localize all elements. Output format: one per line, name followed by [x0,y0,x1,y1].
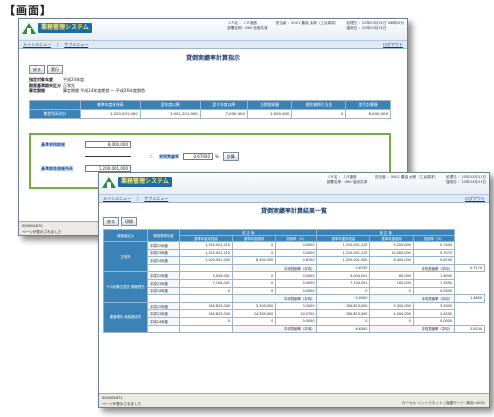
table-row: 平成23年度 7,104,001 0 0.0000 7,104,001 100,000… [104,278,485,288]
session-info: ＪＡ名 ：ＪＡ福島 部署名称：060 信用共済 担当者 ：0001 農協 太郎（工… [227,21,404,30]
main-menu-link[interactable]: メインメニュー [23,42,51,48]
table-row: 要管理先 破綻懸念先 平成22年度 164,823,000 5,300,000 3.… [103,301,485,334]
app-logo: 業務管理システム [22,21,92,35]
zone-status: ローカル イントラネット | 保護モード: 無効 100% [401,401,485,405]
average-row: 平均貸倒率（平均） 8.6300 平均貸倒率（平均） 2.8100 [104,324,486,334]
table-row: 平成23年度 164,823,000 24,300,000 14.0700 164,… [104,309,485,318]
rate-label: 貸倒実績率 [159,153,179,159]
sub-menu-link[interactable]: サブメニュー [144,196,168,202]
table-row: 正常先 平成22年度 1,310,001,210 0 0.0000 1,310,00… [103,240,485,273]
average-row: 平均貸倒率（平均） 0.6700 平均貸倒率（平均） 0.7170 [104,263,486,273]
page-title: 貸倒実績率計算結果一覧 [260,208,327,215]
status-bar: 050004671 ページが表示されました ローカル イントラネット | 保護モ… [99,393,489,407]
table-row: 平成23年度 1,310,001,210 0 0.0000 1,310,001,21… [104,248,485,258]
table-row: 平成24年度 0 0 0.0000 0 0 0.0000 [104,316,485,326]
app-header: 業務管理システム ＪＡ名 ：ＪＡ福島 部署名称：060 信用共済 担当者 ：000… [19,19,407,41]
balance-summary-table: 基準年度末残高 翌年度以降 翌々年度以降 当期償却額 個別貸倒引当金 差引計算額 期… [29,99,391,119]
base-balance-label: 基準期首債権残高 [41,165,73,171]
mountain-logo-icon [22,21,36,35]
rate-field[interactable]: 0.67000 [183,153,213,160]
execute-button[interactable]: 実行 [47,65,63,74]
loss-amount-field[interactable]: 8,000,000 [85,141,131,148]
loss-amount-label: 基準貸倒期間 [41,141,65,147]
logout-link[interactable]: ログアウト [465,196,485,202]
back-button[interactable]: 戻る [29,65,45,74]
brand-name: 業務管理システム [118,177,172,187]
main-menu-link[interactable]: メインメニュー [103,196,131,202]
table-row: その他要注意先 要管理先 平成22年度 5,004,001 0 0.0000 5,0… [103,271,485,303]
loss-rate-result-table: 債務者区分 期首基準年度 前 正 後 前 正 後 基準年度末残高 基準年度償却 貸倒… [103,229,486,334]
app-header: 業務管理システム ＪＡ名 ：ＪＡ福島 部署名称：060 信用共済 担当者 ：000… [99,173,489,195]
mountain-logo-icon [102,175,116,189]
brand-name: 業務管理システム [38,23,92,33]
logout-link[interactable]: ログアウト [383,42,403,48]
menu-bar: メインメニュー | サブメニュー ログアウト [19,41,407,49]
sub-menu-link[interactable]: サブメニュー [64,42,88,48]
page-caption: 【画面】 [4,4,52,17]
table-row: 平成24年度 1,200,001,000 8,400,000 0.6700 1,20… [104,256,485,265]
base-balance-field[interactable]: 1,200,001,000 [85,165,131,172]
app-logo: 業務管理システム [102,175,172,189]
table-row: 平成24年度 0 0 0.0000 0 0 0.0000 [104,286,485,296]
calc-result-window: 業務管理システム ＪＡ名 ：ＪＡ福島 部署名称：060 信用共済 担当者 ：000… [98,172,490,408]
table-row: 期首残高合計 1,200,001,000 1,001,201,000 7,000,… [29,108,391,119]
page-title: 貸倒実績率計算指示 [185,55,240,62]
calculate-button[interactable]: 計算 [222,152,239,161]
menu-bar: メインメニュー | サブメニュー ログアウト [99,195,489,203]
session-info: ＪＡ名 ：ＪＡ福島 部署名称：060 信用共済 担当者 ：0001 農協 太郎（工… [326,175,486,184]
average-row: 平均貸倒率（平均） 0.0000 平均貸倒率（平均） 1.4600 [104,294,486,303]
print-button[interactable]: 印刷 [121,217,137,226]
condition-info: 指定対象年度 平成24年度 期首基準期末区分 正常先 算定期間 算定期間 平成24年度… [29,77,145,93]
back-button[interactable]: 戻る [103,217,119,226]
